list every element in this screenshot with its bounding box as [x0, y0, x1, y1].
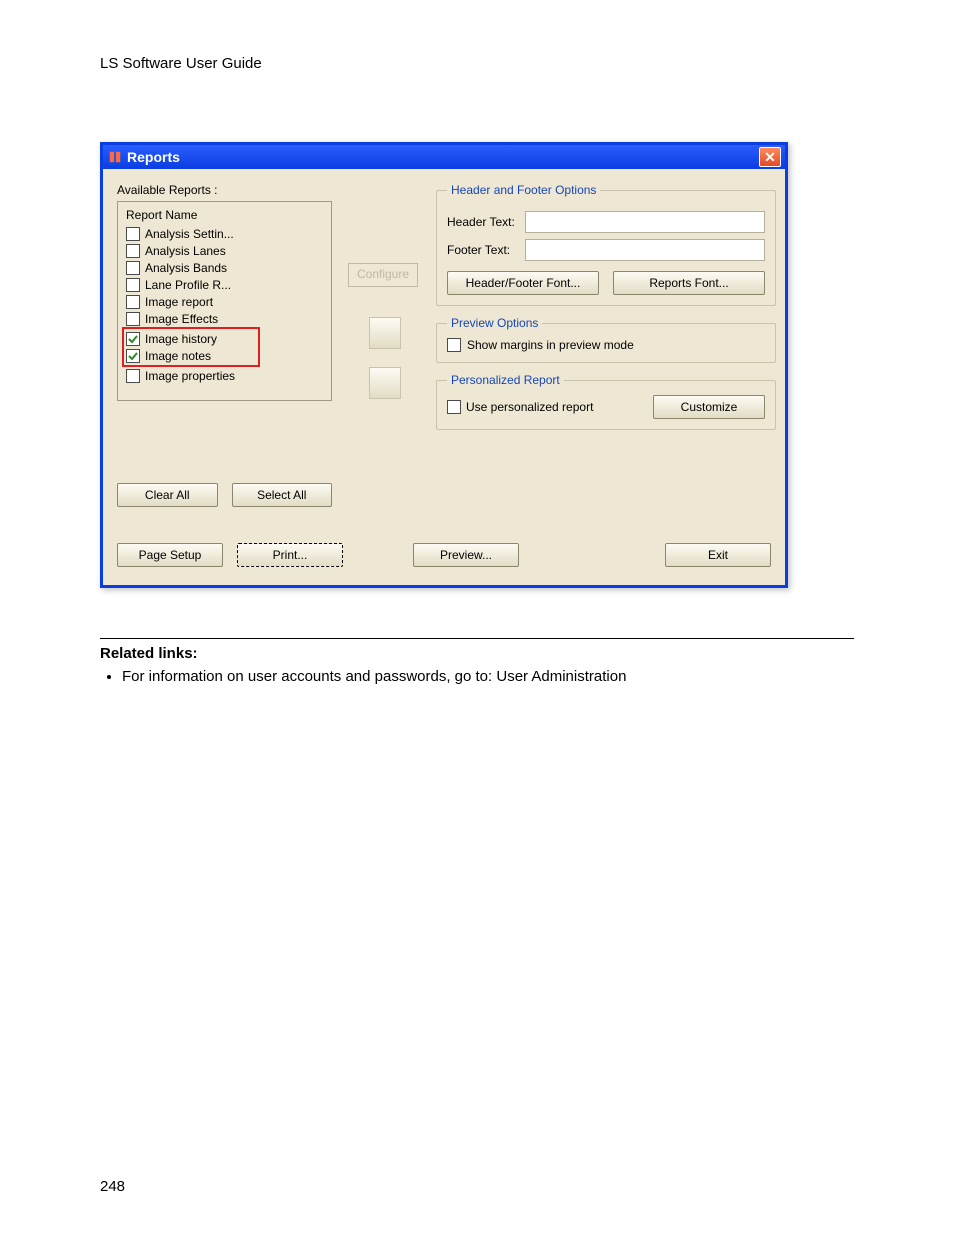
list-item-label: Image Effects — [145, 312, 218, 326]
checkbox-icon[interactable] — [126, 278, 140, 292]
available-reports-label: Available Reports : — [117, 183, 332, 197]
checkbox-icon[interactable] — [126, 312, 140, 326]
report-list: Report Name Analysis Settin... Analysis … — [117, 201, 332, 401]
preview-options-legend: Preview Options — [447, 316, 542, 330]
list-item-label: Image report — [145, 295, 213, 309]
title-bar: Reports ✕ — [103, 145, 785, 169]
highlighted-selection: Image history Image notes — [122, 327, 260, 367]
header-footer-font-button[interactable]: Header/Footer Font... — [447, 271, 599, 295]
app-icon — [107, 149, 123, 165]
list-item-label: Lane Profile R... — [145, 278, 231, 292]
list-item-label: Analysis Bands — [145, 261, 227, 275]
related-links-section: Related links: For information on user a… — [100, 638, 854, 685]
list-item-analysis-settings[interactable]: Analysis Settin... — [126, 225, 323, 242]
checkbox-icon[interactable] — [126, 369, 140, 383]
list-item-image-report[interactable]: Image report — [126, 293, 323, 310]
personalized-report-group: Personalized Report Use personalized rep… — [436, 373, 776, 430]
preview-options-group: Preview Options Show margins in preview … — [436, 316, 776, 363]
show-margins-label: Show margins in preview mode — [467, 338, 634, 352]
preview-button[interactable]: Preview... — [413, 543, 519, 567]
checkbox-icon[interactable] — [126, 244, 140, 258]
list-item-analysis-bands[interactable]: Analysis Bands — [126, 259, 323, 276]
related-link-item: For information on user accounts and pas… — [122, 668, 854, 685]
list-item-image-notes[interactable]: Image notes — [126, 347, 256, 364]
list-item-analysis-lanes[interactable]: Analysis Lanes — [126, 242, 323, 259]
hf-legend: Header and Footer Options — [447, 183, 600, 197]
list-item-label: Analysis Lanes — [145, 244, 226, 258]
list-item-lane-profile[interactable]: Lane Profile R... — [126, 276, 323, 293]
checkbox-icon[interactable] — [126, 349, 140, 363]
show-margins-checkbox[interactable] — [447, 338, 461, 352]
move-down-button[interactable] — [369, 367, 401, 399]
list-item-image-history[interactable]: Image history — [126, 330, 256, 347]
footer-text-label: Footer Text: — [447, 243, 525, 257]
list-item-label: Analysis Settin... — [145, 227, 234, 241]
footer-text-input[interactable] — [525, 239, 765, 261]
exit-button[interactable]: Exit — [665, 543, 771, 567]
list-item-label: Image history — [145, 332, 217, 346]
configure-button: Configure — [348, 263, 418, 287]
header-text-input[interactable] — [525, 211, 765, 233]
reports-font-button[interactable]: Reports Font... — [613, 271, 765, 295]
list-header: Report Name — [126, 208, 323, 222]
page-setup-button[interactable]: Page Setup — [117, 543, 223, 567]
close-icon[interactable]: ✕ — [759, 147, 781, 167]
checkbox-icon[interactable] — [126, 227, 140, 241]
use-personalized-checkbox[interactable] — [447, 400, 461, 414]
reports-dialog: Reports ✕ Available Reports : Report Nam… — [100, 142, 788, 588]
list-item-image-properties[interactable]: Image properties — [126, 367, 323, 384]
checkbox-icon[interactable] — [126, 332, 140, 346]
related-links-title: Related links: — [100, 645, 854, 662]
header-footer-options-group: Header and Footer Options Header Text: F… — [436, 183, 776, 306]
checkbox-icon[interactable] — [126, 295, 140, 309]
document-header: LS Software User Guide — [100, 55, 854, 72]
list-item-image-effects[interactable]: Image Effects — [126, 310, 323, 327]
clear-all-button[interactable]: Clear All — [117, 483, 218, 507]
header-text-label: Header Text: — [447, 215, 525, 229]
print-button[interactable]: Print... — [237, 543, 343, 567]
use-personalized-label: Use personalized report — [466, 400, 593, 414]
list-item-label: Image properties — [145, 369, 235, 383]
page-number: 248 — [100, 1178, 125, 1195]
list-item-label: Image notes — [145, 349, 211, 363]
select-all-button[interactable]: Select All — [232, 483, 333, 507]
personalized-legend: Personalized Report — [447, 373, 564, 387]
move-up-button[interactable] — [369, 317, 401, 349]
checkbox-icon[interactable] — [126, 261, 140, 275]
window-title: Reports — [127, 149, 180, 165]
customize-button[interactable]: Customize — [653, 395, 765, 419]
